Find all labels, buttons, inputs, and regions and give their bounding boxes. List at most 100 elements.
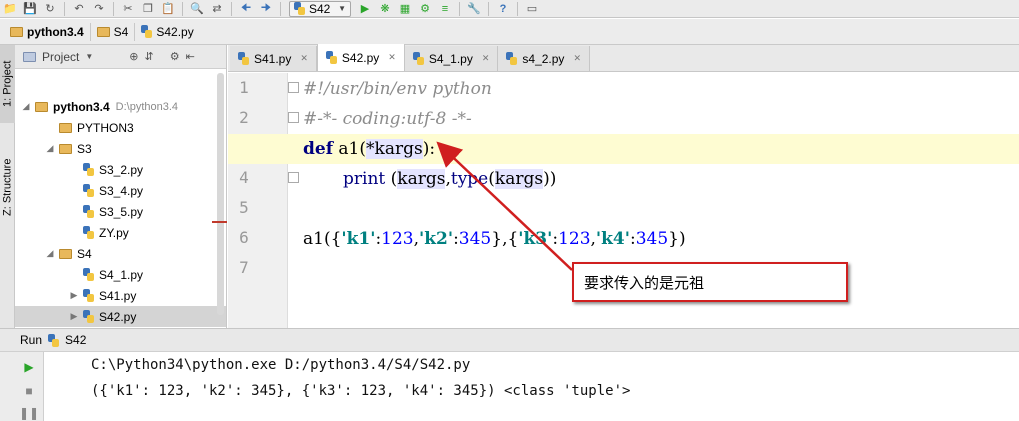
python-file-icon bbox=[83, 226, 94, 239]
tree-item[interactable]: ▶ S41.py bbox=[15, 285, 226, 306]
replace-icon[interactable]: ⇄ bbox=[207, 0, 227, 17]
settings-icon[interactable]: 🔧 bbox=[464, 0, 484, 17]
open-folder-icon[interactable]: 📁 bbox=[0, 0, 20, 17]
copy-icon[interactable]: ❐ bbox=[138, 0, 158, 17]
folder-icon bbox=[10, 26, 23, 37]
var-kargs: kargs bbox=[494, 169, 544, 189]
number-literal: 345 bbox=[635, 229, 669, 249]
editor-tab-label: S41.py bbox=[254, 51, 292, 66]
code-line-1[interactable]: #!/usr/bin/env python bbox=[303, 74, 492, 104]
breadcrumb-file-label: S42.py bbox=[156, 24, 194, 39]
fold-marker-icon[interactable] bbox=[288, 112, 299, 123]
toolbar-divider bbox=[64, 1, 65, 16]
close-tab-icon[interactable]: ✕ bbox=[482, 53, 490, 64]
console-output-line: ({'k1': 123, 'k2': 345}, {'k3': 123, 'k4… bbox=[91, 383, 631, 399]
comment-shebang: #!/usr/bin/env python bbox=[303, 79, 492, 99]
help-icon[interactable]: ? bbox=[493, 0, 513, 17]
tree-item[interactable]: PYTHON3 bbox=[15, 117, 226, 138]
debug-icon[interactable]: ❋ bbox=[375, 0, 395, 17]
find-icon[interactable]: 🔍 bbox=[187, 0, 207, 17]
run-config-name: S42 bbox=[65, 333, 87, 347]
chevron-down-icon[interactable]: ▼ bbox=[85, 52, 93, 61]
project-scrollbar[interactable] bbox=[217, 73, 224, 315]
python-file-icon bbox=[506, 52, 518, 65]
string-literal: 'k1' bbox=[341, 229, 376, 249]
run-icon[interactable]: ▶ bbox=[355, 0, 375, 17]
editor-tab[interactable]: S41.py ✕ bbox=[230, 46, 317, 71]
save-icon[interactable]: 💾 bbox=[20, 0, 40, 17]
undo-icon[interactable]: ↶ bbox=[69, 0, 89, 17]
python-file-icon bbox=[48, 333, 60, 347]
chevron-down-icon: ▼ bbox=[338, 4, 346, 13]
gear-icon[interactable]: ⚙ bbox=[170, 50, 180, 63]
stop-icon[interactable]: ■ bbox=[20, 382, 38, 400]
tree-item-label: S3 bbox=[77, 141, 92, 156]
pycharm-window: 📁 💾 ↻ ↶ ↷ ✂ ❐ 📋 🔍 ⇄ 🠈 🠊 S42 ▼ ▶ ❋ ▦ ⚙ ≡ … bbox=[0, 0, 1019, 421]
editor-tab[interactable]: S4_1.py ✕ bbox=[404, 46, 499, 71]
concurrency-icon[interactable]: ≡ bbox=[435, 0, 455, 17]
terminal-icon[interactable]: ▭ bbox=[522, 0, 542, 17]
breadcrumb-project-label: python3.4 bbox=[27, 24, 84, 39]
tree-item[interactable]: ◢ S3 bbox=[15, 138, 226, 159]
console-command-line: C:\Python34\python.exe D:/python3.4/S4/S… bbox=[91, 357, 471, 373]
expanded-arrow-icon[interactable]: ◢ bbox=[45, 143, 55, 154]
close-tab-icon[interactable]: ✕ bbox=[388, 52, 396, 63]
code-line-3[interactable]: def a1(*kargs): bbox=[303, 134, 435, 164]
breadcrumb-file[interactable]: S42.py bbox=[135, 23, 199, 41]
tree-item[interactable]: ZY.py bbox=[15, 222, 226, 243]
folder-icon bbox=[59, 122, 72, 133]
function-name: a1( bbox=[333, 139, 367, 159]
tree-item[interactable]: ◢ S4 bbox=[15, 243, 226, 264]
run-config-select[interactable]: S42 ▼ bbox=[289, 0, 351, 17]
sync-icon[interactable]: ↻ bbox=[40, 0, 60, 17]
tree-item[interactable]: S3_5.py bbox=[15, 201, 226, 222]
python-file-icon bbox=[83, 289, 94, 302]
code-line-6[interactable]: a1({'k1':123,'k2':345},{'k3':123,'k4':34… bbox=[303, 224, 686, 254]
tree-item-label: PYTHON3 bbox=[77, 120, 134, 135]
tree-item-label: S41.py bbox=[99, 288, 137, 303]
back-icon[interactable]: 🠈 bbox=[236, 0, 256, 17]
run-label[interactable]: Run bbox=[20, 333, 42, 347]
editor-tab[interactable]: s4_2.py ✕ bbox=[498, 46, 590, 71]
tree-item[interactable]: S3_4.py bbox=[15, 180, 226, 201]
collapsed-arrow-icon[interactable]: ▶ bbox=[69, 311, 79, 322]
profile-icon[interactable]: ⚙ bbox=[415, 0, 435, 17]
code-line-4[interactable]: print (kargs, type(kargs)) bbox=[343, 164, 556, 194]
tree-item-label: python3.4 bbox=[53, 99, 110, 114]
cut-icon[interactable]: ✂ bbox=[118, 0, 138, 17]
close-tab-icon[interactable]: ✕ bbox=[300, 53, 308, 64]
breadcrumb-folder[interactable]: S4 bbox=[91, 22, 136, 41]
tree-item[interactable]: ◢ python3.4 D:\python3.4 bbox=[15, 96, 226, 117]
breadcrumb-project[interactable]: python3.4 bbox=[4, 22, 91, 41]
tree-item[interactable]: S4_1.py bbox=[15, 264, 226, 285]
collapsed-arrow-icon[interactable]: ▶ bbox=[69, 290, 79, 301]
close-tab-icon[interactable]: ✕ bbox=[573, 53, 581, 64]
pause-icon[interactable]: ❚❚ bbox=[19, 404, 39, 421]
side-tab-project[interactable]: 1: Project bbox=[0, 45, 15, 123]
collapse-icon[interactable]: ⇵ bbox=[145, 50, 154, 63]
fold-marker-icon[interactable] bbox=[288, 82, 299, 93]
forward-icon[interactable]: 🠊 bbox=[256, 0, 276, 17]
python-file-icon bbox=[83, 184, 94, 197]
expanded-arrow-icon[interactable]: ◢ bbox=[45, 248, 55, 259]
tree-item-label: S42.py bbox=[99, 309, 137, 324]
python-file-icon bbox=[141, 25, 153, 38]
string-literal: 'k3' bbox=[518, 229, 553, 249]
target-icon[interactable]: ⊕ bbox=[129, 50, 138, 63]
hide-panel-icon[interactable]: ⇤ bbox=[186, 50, 195, 63]
project-panel-title[interactable]: Project bbox=[42, 50, 79, 64]
fold-marker-icon[interactable] bbox=[288, 172, 299, 183]
redo-icon[interactable]: ↷ bbox=[89, 0, 109, 17]
expanded-arrow-icon[interactable]: ◢ bbox=[21, 101, 31, 112]
toolbar-divider bbox=[182, 1, 183, 16]
coverage-icon[interactable]: ▦ bbox=[395, 0, 415, 17]
tree-item[interactable]: ▶ S42.py bbox=[15, 306, 226, 327]
code-line-2[interactable]: #-*- coding:utf-8 -*- bbox=[303, 104, 472, 134]
python-file-icon bbox=[412, 52, 424, 65]
rerun-icon[interactable]: ▶ bbox=[20, 358, 38, 376]
paste-icon[interactable]: 📋 bbox=[158, 0, 178, 17]
string-literal: 'k4' bbox=[595, 229, 630, 249]
editor-tab[interactable]: S42.py ✕ bbox=[316, 44, 405, 71]
side-tab-structure[interactable]: Z: Structure bbox=[0, 140, 15, 235]
tree-item[interactable]: S3_2.py bbox=[15, 159, 226, 180]
